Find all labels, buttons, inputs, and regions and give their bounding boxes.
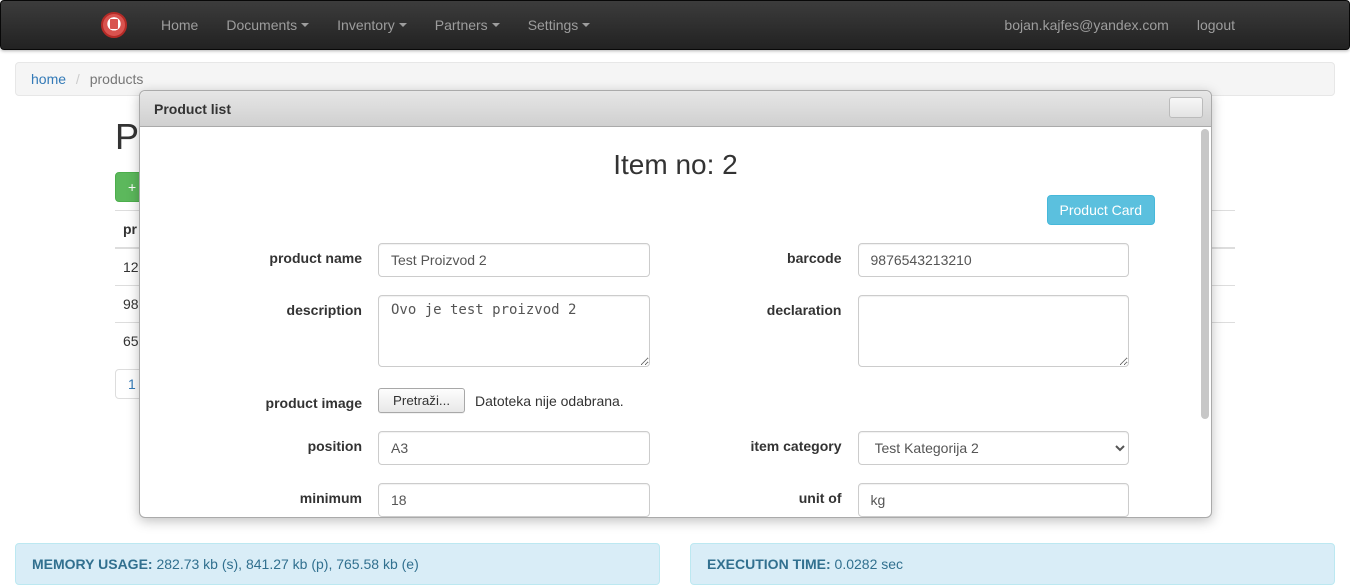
label-product-image: product image xyxy=(196,388,378,411)
description-textarea[interactable]: Ovo je test proizvod 2 xyxy=(378,295,650,367)
product-card-button[interactable]: Product Card xyxy=(1047,195,1155,225)
breadcrumb-home[interactable]: home xyxy=(31,71,66,87)
nav-settings[interactable]: Settings xyxy=(514,2,605,48)
breadcrumb-current: products xyxy=(90,71,144,87)
nav-documents-label: Documents xyxy=(226,17,297,33)
memory-usage-label: MEMORY USAGE: xyxy=(32,556,153,572)
modal-header-title: Product list xyxy=(154,101,231,117)
modal-scrollbar[interactable] xyxy=(1201,129,1209,419)
chevron-down-icon xyxy=(582,23,590,27)
product-name-input[interactable] xyxy=(378,243,650,277)
nav-documents[interactable]: Documents xyxy=(212,2,323,48)
execution-time-value: 0.0282 sec xyxy=(831,556,903,572)
label-position: position xyxy=(196,431,378,454)
label-description: description xyxy=(196,295,378,318)
nav-partners[interactable]: Partners xyxy=(421,2,514,48)
nav-settings-label: Settings xyxy=(528,17,579,33)
nav-user[interactable]: bojan.kajfes@yandex.com xyxy=(990,2,1182,48)
execution-time-label: EXECUTION TIME: xyxy=(707,556,831,572)
nav-inventory-label: Inventory xyxy=(337,17,395,33)
nav-partners-label: Partners xyxy=(435,17,488,33)
memory-usage-box: MEMORY USAGE: 282.73 kb (s), 841.27 kb (… xyxy=(15,543,660,585)
nav-home[interactable]: Home xyxy=(147,2,212,48)
label-unit-of: unit of xyxy=(676,483,858,506)
modal-header[interactable]: Product list xyxy=(140,91,1211,127)
item-category-select[interactable]: Test Kategorija 2 xyxy=(858,431,1130,465)
label-item-category: item category xyxy=(676,431,858,454)
chevron-down-icon xyxy=(492,23,500,27)
label-declaration: declaration xyxy=(676,295,858,318)
label-barcode: barcode xyxy=(676,243,858,266)
navbar: Home Documents Inventory Partners Settin… xyxy=(0,0,1350,50)
nav-inventory[interactable]: Inventory xyxy=(323,2,421,48)
modal-body: Item no: 2 Product Card product name bar… xyxy=(140,127,1211,517)
brand-logo-icon[interactable] xyxy=(101,12,127,38)
position-input[interactable] xyxy=(378,431,650,465)
chevron-down-icon xyxy=(399,23,407,27)
barcode-input[interactable] xyxy=(858,243,1130,277)
breadcrumb-separator: / xyxy=(70,71,86,87)
declaration-textarea[interactable] xyxy=(858,295,1130,367)
label-product-name: product name xyxy=(196,243,378,266)
modal-item-title: Item no: 2 xyxy=(196,149,1155,181)
memory-usage-value: 282.73 kb (s), 841.27 kb (p), 765.58 kb … xyxy=(153,556,419,572)
unit-of-input[interactable] xyxy=(858,483,1130,517)
file-status-text: Datoteka nije odabrana. xyxy=(475,393,624,409)
minimum-input[interactable] xyxy=(378,483,650,517)
chevron-down-icon xyxy=(301,23,309,27)
execution-time-box: EXECUTION TIME: 0.0282 sec xyxy=(690,543,1335,585)
modal-close-button[interactable] xyxy=(1169,97,1203,118)
file-browse-button[interactable]: Pretraži... xyxy=(378,388,465,413)
nav-logout[interactable]: logout xyxy=(1183,2,1249,48)
product-modal: Product list Item no: 2 Product Card pro… xyxy=(139,90,1212,518)
label-minimum: minimum xyxy=(196,483,378,506)
